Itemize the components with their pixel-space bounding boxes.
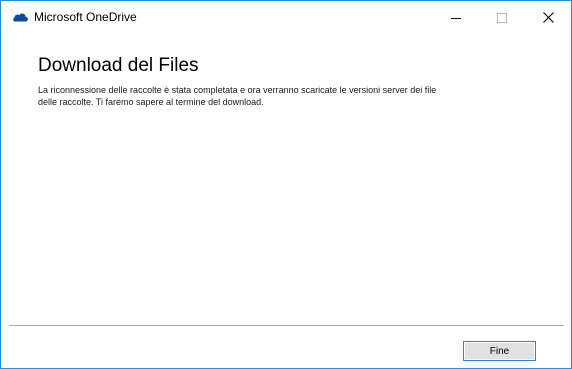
minimize-button[interactable] bbox=[433, 1, 479, 34]
close-icon bbox=[542, 12, 554, 23]
onedrive-cloud-icon bbox=[13, 13, 28, 22]
close-button[interactable] bbox=[525, 1, 571, 34]
title-bar[interactable]: Microsoft OneDrive bbox=[1, 1, 571, 34]
maximize-icon bbox=[497, 12, 507, 23]
window-title: Microsoft OneDrive bbox=[34, 10, 137, 24]
footer-divider bbox=[9, 325, 564, 326]
status-message: La riconnessione delle raccolte è stata … bbox=[38, 85, 437, 107]
minimize-icon bbox=[451, 17, 461, 19]
onedrive-window: Microsoft OneDrive Download del Files La… bbox=[0, 0, 572, 369]
content-area: Download del Files La riconnessione dell… bbox=[38, 55, 538, 108]
page-title: Download del Files bbox=[38, 55, 199, 76]
maximize-button[interactable] bbox=[479, 1, 525, 34]
finish-button[interactable]: Fine bbox=[463, 341, 536, 361]
